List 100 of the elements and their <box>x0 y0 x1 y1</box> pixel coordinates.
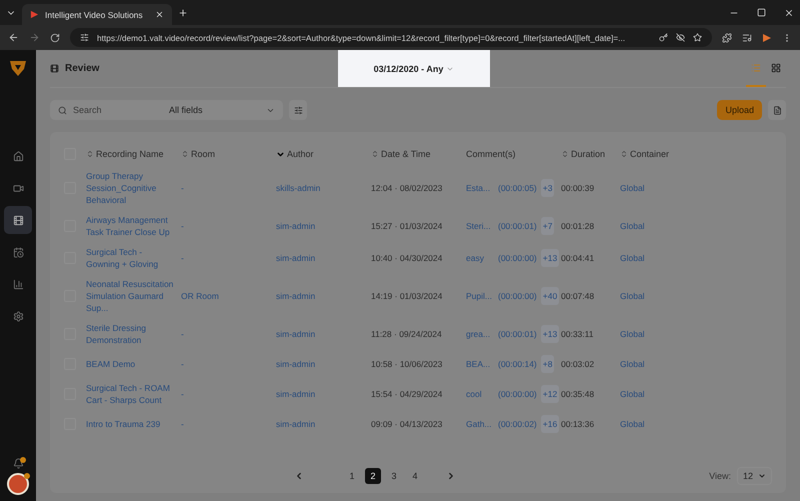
comment-link[interactable]: grea... <box>466 328 496 340</box>
container-link[interactable]: Global <box>620 358 645 370</box>
column-header[interactable]: Date & Time <box>381 149 431 159</box>
film-icon <box>50 64 59 73</box>
more-comments-badge[interactable]: +12 <box>540 385 560 403</box>
back-icon[interactable] <box>8 32 19 43</box>
author-link[interactable]: skills-admin <box>276 182 320 194</box>
url-text: https://demo1.valt.video/record/review/list?page=2&sort=Author&type=down&limit=12&record_filter[type]=0&record_filter[startedAt][left_date]=... <box>97 32 626 42</box>
page-button[interactable]: 2 <box>365 468 381 484</box>
page-title: Review <box>65 63 100 74</box>
filter-button[interactable] <box>289 100 307 120</box>
maximize-icon[interactable] <box>757 8 766 17</box>
close-icon[interactable] <box>784 8 794 18</box>
site-settings-icon[interactable] <box>80 33 89 42</box>
page-button[interactable]: 4 <box>407 468 423 484</box>
upload-button[interactable]: Upload <box>717 100 762 120</box>
bookmark-star-icon[interactable] <box>693 33 702 42</box>
address-bar[interactable]: https://demo1.valt.video/record/review/list?page=2&sort=Author&type=down&limit=12&record_filter[type]=0&record_filter[startedAt][left_date]=... <box>70 28 712 47</box>
page-size-select[interactable]: 12 <box>736 467 772 485</box>
more-comments-badge[interactable]: +40 <box>540 287 560 305</box>
more-comments-badge[interactable]: +8 <box>540 355 554 373</box>
container-link[interactable]: Global <box>620 220 645 232</box>
comment-link[interactable]: easy <box>466 252 496 264</box>
page-button[interactable]: 3 <box>386 468 402 484</box>
favicon-icon <box>30 10 39 19</box>
comment-link[interactable]: BEA... <box>466 358 496 370</box>
recording-link[interactable]: BEAM Demo <box>86 358 136 370</box>
recording-link[interactable]: Surgical Tech - ROAM Cart - Sharps Count <box>86 382 177 406</box>
container-link[interactable]: Global <box>620 182 645 194</box>
table-cell: 00:04:41 <box>561 252 594 264</box>
recording-link[interactable]: Surgical Tech - Gowning + Gloving <box>86 246 177 270</box>
more-comments-badge[interactable]: +13 <box>540 249 560 267</box>
more-comments-badge[interactable]: +3 <box>540 179 554 197</box>
forward-icon[interactable] <box>29 32 40 43</box>
recording-link[interactable]: Airways Management Task Trainer Close Up <box>86 214 177 238</box>
comment-time-link[interactable]: (00:00:14) <box>498 358 537 370</box>
column-header[interactable]: Duration <box>571 149 606 159</box>
comment-link[interactable]: cool <box>466 388 496 400</box>
date-range-picker[interactable]: 03/12/2020 - Any <box>338 50 490 87</box>
column-header[interactable]: Container <box>630 149 670 159</box>
search-field[interactable]: Search All fields <box>50 100 283 120</box>
extensions-icon[interactable] <box>722 32 732 42</box>
author-link[interactable]: sim-admin <box>276 418 316 430</box>
table-cell: 00:01:28 <box>561 220 594 232</box>
container-link[interactable]: Global <box>620 290 645 302</box>
close-icon[interactable] <box>155 10 164 19</box>
avatar[interactable] <box>7 473 29 495</box>
comment-time-link[interactable]: (00:00:00) <box>498 388 537 400</box>
table-cell: 15:54 · 04/29/2024 <box>371 388 442 400</box>
page-button[interactable]: 1 <box>344 468 360 484</box>
media-icon[interactable] <box>742 32 752 42</box>
comment-time-link[interactable]: (00:00:01) <box>498 328 537 340</box>
recording-link[interactable]: Intro to Trauma 239 <box>86 418 160 430</box>
column-header[interactable]: Author <box>287 149 314 159</box>
comment-time-link[interactable]: (00:00:00) <box>498 252 537 264</box>
recording-link[interactable]: Neonatal Resuscitation Simulation Gaumard Sup... <box>86 278 177 314</box>
comment-link[interactable]: Esta... <box>466 182 496 194</box>
author-link[interactable]: sim-admin <box>276 358 316 370</box>
author-link[interactable]: sim-admin <box>276 252 316 264</box>
sort-icon[interactable] <box>181 150 189 158</box>
comment-time-link[interactable]: (00:00:02) <box>498 418 537 430</box>
previous-page-icon[interactable] <box>294 471 304 481</box>
column-header[interactable]: Recording Name <box>96 149 164 159</box>
author-link[interactable]: sim-admin <box>276 220 316 232</box>
author-link[interactable]: sim-admin <box>276 290 316 302</box>
comment-time-link[interactable]: (00:00:00) <box>498 290 537 302</box>
sort-icon[interactable] <box>620 150 628 158</box>
recording-link[interactable]: Sterile Dressing Demonstration <box>86 322 177 346</box>
more-comments-badge[interactable]: +7 <box>540 217 554 235</box>
sort-icon[interactable] <box>561 150 569 158</box>
column-header[interactable]: Room <box>191 149 216 159</box>
comment-link[interactable]: Pupil... <box>466 290 496 302</box>
author-link[interactable]: sim-admin <box>276 388 316 400</box>
comment-time-link[interactable]: (00:00:01) <box>498 220 537 232</box>
sort-icon[interactable] <box>371 150 379 158</box>
document-icon[interactable] <box>768 100 786 120</box>
container-link[interactable]: Global <box>620 388 645 400</box>
key-icon[interactable] <box>659 33 668 42</box>
sort-icon[interactable] <box>86 150 94 158</box>
comment-link[interactable]: Gath... <box>466 418 496 430</box>
extension-logo-icon[interactable] <box>762 32 772 42</box>
container-link[interactable]: Global <box>620 418 645 430</box>
browser-tab[interactable]: Intelligent Video Solutions <box>22 4 172 25</box>
eye-off-icon[interactable] <box>676 33 685 42</box>
new-tab-icon[interactable] <box>178 8 188 18</box>
more-comments-badge[interactable]: +13 <box>540 325 560 343</box>
reload-icon[interactable] <box>50 32 60 42</box>
recording-link[interactable]: Group Therapy Session_Cognitive Behavioral <box>86 170 177 206</box>
film-icon[interactable] <box>4 206 32 234</box>
container-link[interactable]: Global <box>620 252 645 264</box>
comment-link[interactable]: Steri... <box>466 220 496 232</box>
next-page-icon[interactable] <box>446 471 456 481</box>
notifications-bell-icon[interactable] <box>12 458 24 469</box>
more-comments-badge[interactable]: +16 <box>540 415 560 433</box>
container-link[interactable]: Global <box>620 328 645 340</box>
table-cell: 00:13:36 <box>561 418 594 430</box>
table-cell: 00:33:11 <box>561 328 594 340</box>
comment-time-link[interactable]: (00:00:05) <box>498 182 537 194</box>
sort-descending-icon[interactable] <box>276 150 285 158</box>
author-link[interactable]: sim-admin <box>276 328 316 340</box>
